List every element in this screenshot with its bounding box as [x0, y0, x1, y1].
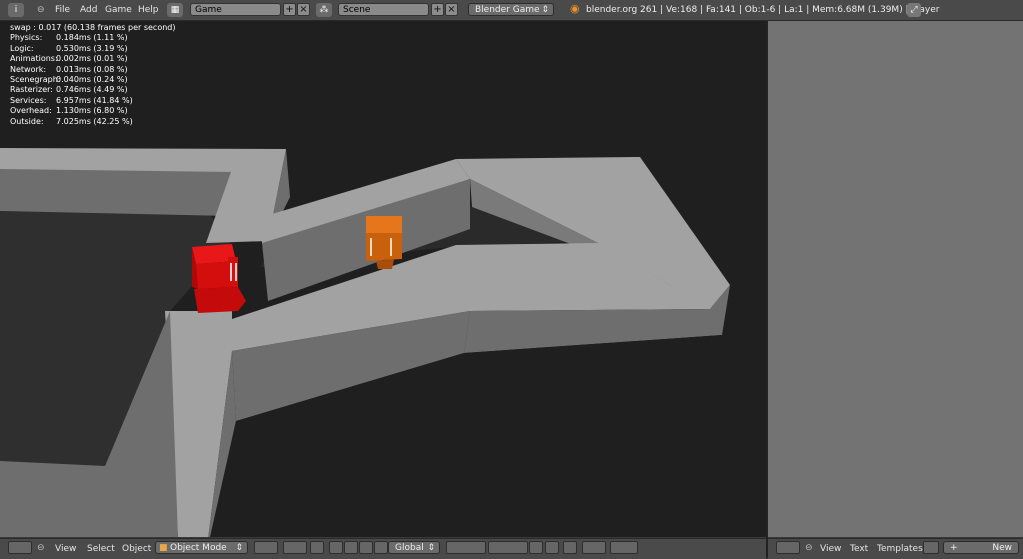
menu-file[interactable]: File: [55, 3, 70, 17]
stats-row: Services: 6.957ms (41.84 %): [10, 96, 176, 106]
new-text-label: New: [992, 543, 1012, 553]
text-editor-area[interactable]: [768, 21, 1023, 537]
stats-value: 0.002ms (0.01 %): [56, 54, 128, 64]
delete-screen-button[interactable]: ×: [297, 3, 310, 16]
stats-label: Overhead:: [10, 106, 52, 116]
menu-view[interactable]: View: [55, 542, 76, 556]
stats-value: 7.025ms (42.25 %): [56, 116, 133, 126]
scene-icon[interactable]: ⁂: [316, 3, 332, 17]
stats-row: Outside: 7.025ms (42.25 %): [10, 117, 176, 127]
plus-icon: +: [950, 543, 958, 553]
menu-game[interactable]: Game: [105, 3, 132, 17]
layer-buttons-group-1[interactable]: [446, 541, 486, 554]
collapse-menu-icon[interactable]: ⊖: [37, 3, 45, 17]
3d-viewport[interactable]: swap : 0.017 (60.138 frames per second) …: [0, 21, 766, 537]
stats-row: Physics: 0.184ms (1.11 %): [10, 33, 176, 43]
layer-buttons-group-2[interactable]: [488, 541, 528, 554]
scene-field[interactable]: Scene: [338, 3, 429, 16]
fullscreen-toggle-icon[interactable]: ⤢: [907, 3, 921, 17]
menu-object[interactable]: Object: [122, 542, 151, 556]
opengl-render-icon[interactable]: [610, 541, 638, 554]
viewport-shading-icon[interactable]: [254, 541, 278, 554]
updown-arrow-icon: ⇕: [427, 543, 435, 553]
new-text-button[interactable]: + New: [943, 541, 1019, 554]
delete-scene-button[interactable]: ×: [445, 3, 458, 16]
orientation-label: Global: [395, 543, 424, 553]
pivot-point-icon[interactable]: [283, 541, 307, 554]
lock-layers-icon[interactable]: [529, 541, 543, 554]
collapse-menu-icon[interactable]: ⊖: [37, 541, 45, 555]
stats-label: Physics:: [10, 33, 43, 43]
stats-label: Network:: [10, 64, 47, 74]
stats-label: Animations:: [10, 54, 58, 64]
stats-row: Overhead: 1.130ms (6.80 %): [10, 106, 176, 116]
stats-label: Scenegraph:: [10, 75, 61, 85]
cube-icon: ■: [159, 543, 168, 553]
orientation-dropdown[interactable]: Global ⇕: [388, 541, 440, 554]
stats-value: 0.530ms (3.19 %): [56, 43, 128, 53]
3d-view-editor-type-icon[interactable]: [8, 541, 32, 554]
rotate-manipulator-icon[interactable]: [344, 541, 358, 554]
stats-label: Outside:: [10, 116, 44, 126]
stats-row: Logic: 0.530ms (3.19 %): [10, 44, 176, 54]
collapse-menu-icon[interactable]: ⊖: [805, 541, 813, 555]
menu-templates[interactable]: Templates: [877, 542, 923, 556]
updown-arrow-icon: ⇕: [541, 5, 549, 15]
render-engine-dropdown[interactable]: Blender Game ⇕: [468, 3, 554, 16]
text-datablock-icon[interactable]: [923, 541, 939, 554]
stats-header: swap : 0.017 (60.138 frames per second): [10, 23, 176, 32]
screen-layout-icon[interactable]: ▦: [167, 3, 183, 17]
stats-label: Rasterizer:: [10, 85, 53, 95]
render-engine-label: Blender Game: [475, 5, 540, 15]
profiling-stats: swap : 0.017 (60.138 frames per second) …: [10, 23, 176, 127]
stats-label: Logic:: [10, 43, 34, 53]
menu-view[interactable]: View: [820, 542, 841, 556]
red-player-cube: [192, 244, 246, 313]
add-screen-button[interactable]: +: [283, 3, 296, 16]
blender-logo-icon: ◉: [570, 2, 580, 15]
scene-statistics: blender.org 261 | Ve:168 | Fa:141 | Ob:1…: [586, 5, 940, 15]
menu-add[interactable]: Add: [80, 3, 97, 17]
wall-side-back-left: [0, 169, 232, 216]
stats-value: 6.957ms (41.84 %): [56, 95, 133, 105]
menu-text[interactable]: Text: [850, 542, 868, 556]
stats-row: Animations:0.002ms (0.01 %): [10, 54, 176, 64]
stats-value: 0.184ms (1.11 %): [56, 33, 128, 43]
mode-label: Object Mode: [170, 543, 227, 553]
stats-row: Scenegraph:0.040ms (0.24 %): [10, 75, 176, 85]
stats-row: Network: 0.013ms (0.08 %): [10, 65, 176, 75]
menu-select[interactable]: Select: [87, 542, 115, 556]
text-editor-type-icon[interactable]: [776, 541, 800, 554]
scale-manipulator-icon[interactable]: [359, 541, 373, 554]
translate-manipulator-icon[interactable]: [329, 541, 343, 554]
manipulator-toggle-icon[interactable]: [310, 541, 324, 554]
info-icon: i: [8, 3, 24, 17]
stats-value: 1.130ms (6.80 %): [56, 106, 128, 116]
scale-icon[interactable]: [374, 541, 388, 554]
stats-value: 0.013ms (0.08 %): [56, 64, 128, 74]
add-scene-button[interactable]: +: [431, 3, 444, 16]
menu-help[interactable]: Help: [138, 3, 159, 17]
editor-type-button[interactable]: i: [8, 3, 24, 17]
stats-row: Rasterizer: 0.746ms (4.49 %): [10, 85, 176, 95]
snap-element-icon[interactable]: [582, 541, 606, 554]
stats-value: 0.040ms (0.24 %): [56, 75, 128, 85]
mode-dropdown[interactable]: ■ Object Mode ⇕: [155, 541, 248, 554]
proportional-edit-icon[interactable]: [545, 541, 559, 554]
snap-magnet-icon[interactable]: [563, 541, 577, 554]
updown-arrow-icon: ⇕: [235, 543, 243, 553]
stats-label: Services:: [10, 95, 47, 105]
stats-value: 0.746ms (4.49 %): [56, 85, 128, 95]
screen-layout-field[interactable]: Game: [190, 3, 281, 16]
